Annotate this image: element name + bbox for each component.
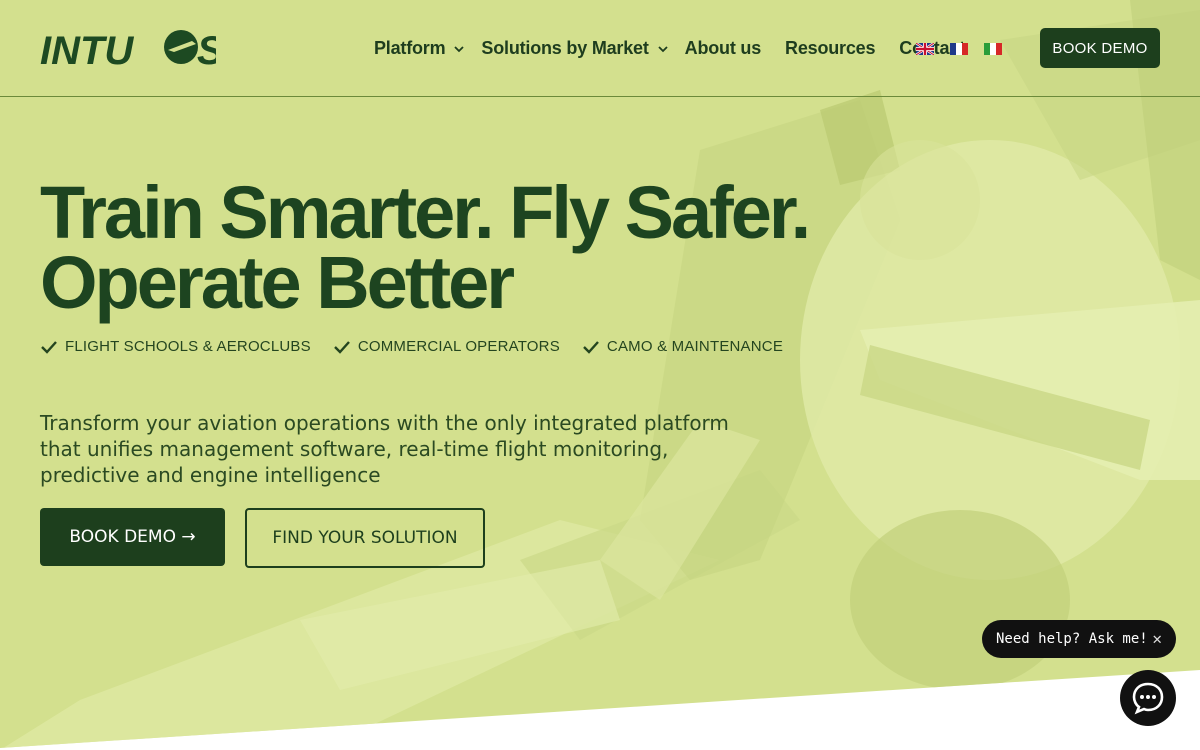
nav-item-about-label: About us	[684, 38, 762, 58]
check-icon	[583, 340, 599, 354]
tag-label: FLIGHT SCHOOLS & AEROCLUBS	[65, 338, 311, 355]
uk-flag-icon[interactable]	[916, 43, 934, 55]
nav-item-resources-label: Resources	[785, 38, 876, 58]
find-solution-button[interactable]: FIND YOUR SOLUTION	[245, 508, 485, 568]
tag-camo-maintenance: CAMO & MAINTENANCE	[582, 338, 783, 355]
site-header: INTU S Platform Solutions by Market Abou…	[0, 0, 1200, 97]
book-demo-button-header[interactable]: BOOK DEMO	[1040, 28, 1160, 68]
france-flag-icon[interactable]	[950, 43, 968, 55]
chat-prompt-text: Need help? Ask me!	[996, 631, 1148, 647]
chevron-down-icon	[658, 45, 668, 52]
logo-text: INTU	[40, 29, 134, 66]
chat-launcher-button[interactable]	[1120, 670, 1176, 726]
check-icon	[41, 340, 57, 354]
intuos-logo[interactable]: INTU S	[40, 28, 216, 66]
tag-label: COMMERCIAL OPERATORS	[357, 338, 560, 355]
chevron-down-icon	[454, 45, 465, 52]
tag-label: CAMO & MAINTENANCE	[606, 338, 784, 355]
nav-item-solutions[interactable]: Solutions by Market	[481, 38, 668, 59]
tag-flight-schools: FLIGHT SCHOOLS & AEROCLUBS	[40, 338, 311, 355]
chat-icon	[1132, 682, 1164, 715]
chat-prompt-bubble[interactable]: Need help? Ask me! ✕	[982, 620, 1176, 658]
market-tags: FLIGHT SCHOOLS & AEROCLUBS COMMERCIAL OP…	[40, 338, 805, 355]
nav-item-platform-label: Platform	[374, 38, 446, 58]
hero-headline-line1: Train Smarter. Fly Safer.	[40, 171, 811, 254]
hero-headline: Train Smarter. Fly Safer. Operate Better	[40, 171, 811, 324]
nav-item-platform[interactable]: Platform	[374, 38, 465, 59]
hero-headline-line2: Operate Better	[40, 241, 515, 324]
nav-item-resources[interactable]: Resources	[785, 38, 875, 59]
check-icon	[333, 340, 350, 354]
language-switcher	[916, 43, 1002, 55]
hero-description: Transform your aviation operations with …	[40, 411, 729, 487]
svg-text:S: S	[197, 29, 216, 66]
italy-flag-icon[interactable]	[984, 43, 1002, 55]
book-demo-button[interactable]: BOOK DEMO →	[40, 508, 225, 566]
nav-item-about[interactable]: About us	[684, 38, 762, 59]
tag-commercial-operators: COMMERCIAL OPERATORS	[333, 338, 560, 355]
close-icon[interactable]: ✕	[1152, 629, 1162, 648]
nav-item-solutions-label: Solutions by Market	[481, 38, 649, 58]
main-nav: Platform Solutions by Market About us Re…	[374, 38, 965, 59]
